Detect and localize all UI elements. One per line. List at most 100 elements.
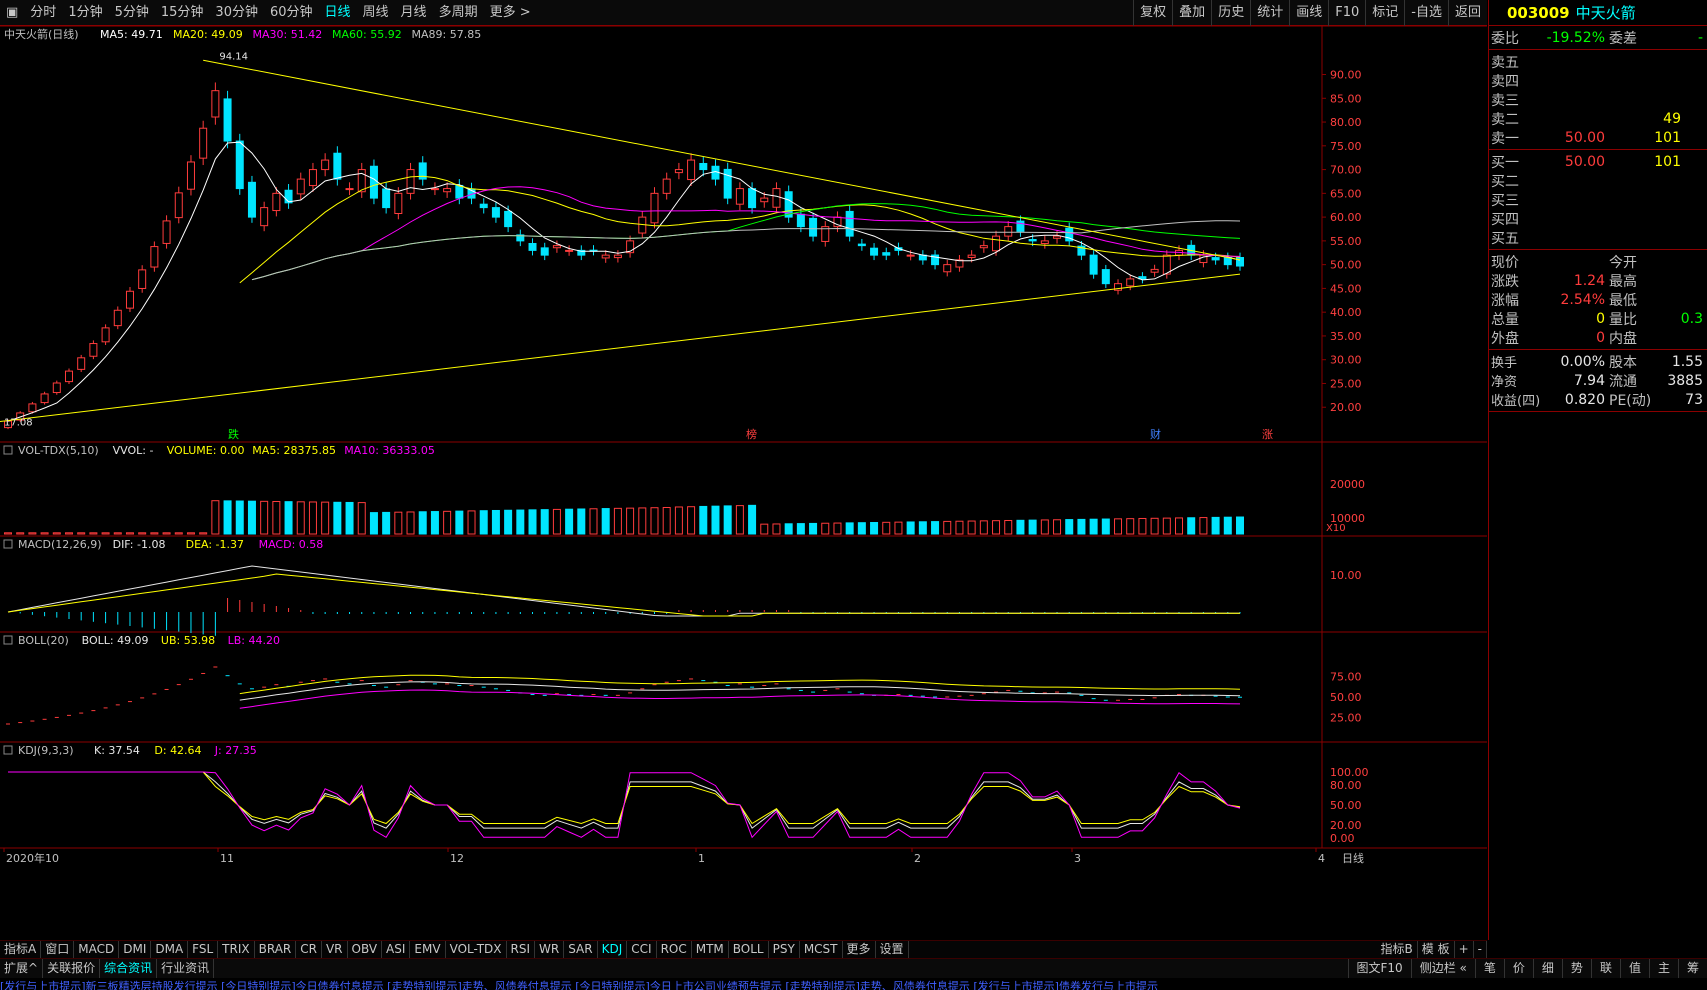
period-tab[interactable]: 日线: [319, 0, 357, 26]
period-tab[interactable]: 月线: [395, 0, 433, 26]
stats2-block: 换手 0.00% 股本 1.55 净资 7.94 流通 3885 收益(四) 0.820 PE(动)…: [1489, 350, 1707, 412]
indicator-tab[interactable]: ASI: [382, 941, 411, 958]
toolbar-button[interactable]: -自选: [1404, 0, 1448, 26]
x-axis-label: 4: [1318, 852, 1325, 865]
template-tab[interactable]: -: [1474, 941, 1487, 958]
side-tab[interactable]: 图文F10: [1347, 959, 1411, 978]
indicator-tab[interactable]: MCST: [800, 941, 843, 958]
indicator-tab[interactable]: CR: [296, 941, 322, 958]
indicator-tab[interactable]: OBV: [348, 941, 383, 958]
indicator-tab[interactable]: 更多: [843, 941, 876, 958]
period-tab[interactable]: 60分钟: [264, 0, 319, 26]
period-tab[interactable]: 15分钟: [155, 0, 210, 26]
side-tab[interactable]: 主: [1648, 959, 1678, 978]
info-tab[interactable]: 行业资讯: [157, 959, 215, 978]
window-menu-icon[interactable]: ▣: [0, 0, 24, 26]
y-tick-label: 30.00: [1330, 354, 1362, 367]
template-tab[interactable]: 指标B: [1377, 941, 1418, 958]
event-marker: 财: [1150, 427, 1161, 441]
indicator-tab[interactable]: MACD: [74, 941, 120, 958]
period-tab[interactable]: 分时: [24, 0, 62, 26]
indicator-tab[interactable]: EMV: [410, 941, 446, 958]
volume-bar: [186, 532, 195, 535]
side-tab[interactable]: 侧边栏 «: [1410, 959, 1475, 978]
indicator-tab[interactable]: 设置: [876, 941, 909, 958]
indicator-tab[interactable]: VOL-TDX: [446, 941, 507, 958]
side-tab[interactable]: 笔: [1474, 959, 1504, 978]
template-tab[interactable]: 模 板: [1418, 941, 1455, 958]
toolbar-button[interactable]: 统计: [1250, 0, 1289, 26]
volume-bar: [992, 520, 1001, 535]
toolbar-button[interactable]: 复权: [1133, 0, 1172, 26]
period-tab[interactable]: 周线: [357, 0, 395, 26]
indicator-tab[interactable]: 指标A: [0, 941, 42, 958]
x-axis-label: 3: [1074, 852, 1081, 865]
candle-body: [845, 210, 854, 237]
news-ticker[interactable]: [发行与上市提示]新三板精选层持股发行提示 [今日特别提示]今日债券付息提示 […: [0, 978, 1707, 990]
period-tab[interactable]: 更多 >: [484, 0, 537, 26]
volume-bar: [101, 532, 110, 535]
side-tab[interactable]: 筹: [1677, 959, 1707, 978]
indicator-tab[interactable]: SAR: [564, 941, 598, 958]
period-tab[interactable]: 1分钟: [62, 0, 108, 26]
indicator-tab[interactable]: CCI: [627, 941, 657, 958]
stat-label: 最高: [1609, 273, 1637, 290]
volume-bar: [1236, 516, 1244, 535]
stat-label: 最低: [1609, 292, 1637, 309]
indicator-tab[interactable]: DMA: [151, 941, 189, 958]
period-tab[interactable]: 5分钟: [109, 0, 155, 26]
volume-bar: [479, 510, 488, 535]
stat-value: 0.820: [1564, 391, 1605, 408]
side-tab[interactable]: 势: [1561, 959, 1591, 978]
volume-bar: [772, 523, 781, 535]
side-tab[interactable]: 值: [1619, 959, 1649, 978]
candle-body: [211, 90, 220, 118]
indicator-tab[interactable]: PSY: [769, 941, 800, 958]
candle-body: [699, 162, 708, 171]
toolbar-right: 复权 叠加 历史 统计 画线 F10 标记 -自选 返回: [1133, 0, 1487, 26]
side-tab[interactable]: 联: [1590, 959, 1620, 978]
candle-body: [1053, 235, 1062, 239]
indicator-tab[interactable]: KDJ: [598, 941, 628, 958]
indicator-tab[interactable]: MTM: [692, 941, 729, 958]
indicator-tab[interactable]: 窗口: [41, 941, 75, 958]
stat-label: 总量: [1491, 311, 1519, 328]
toolbar-button[interactable]: 画线: [1289, 0, 1328, 26]
period-tab[interactable]: 30分钟: [209, 0, 264, 26]
info-tab[interactable]: 综合资讯: [100, 959, 158, 978]
chart-area[interactable]: 90.00 85.00 80.00 75.00 70.00 65.00 60.00 55.00…: [0, 25, 1487, 940]
kline-chart[interactable]: 90.00 85.00 80.00 75.00 70.00 65.00 60.00 55.00…: [0, 25, 1487, 940]
period-toolbar: ▣ 分时 1分钟 5分钟 15分钟 30分钟 60分钟 日线 周线 月线 多周期 更多 > 复权 叠加…: [0, 0, 1487, 26]
side-tab[interactable]: 细: [1532, 959, 1562, 978]
indicator-tab[interactable]: WR: [535, 941, 565, 958]
indicator-tab[interactable]: TRIX: [218, 941, 255, 958]
indicator-tab[interactable]: DMI: [119, 941, 152, 958]
volume-bar: [369, 512, 378, 535]
boll-value: BOLL: 49.09: [82, 634, 149, 647]
volume-bar: [1028, 519, 1037, 535]
macd-y-label: 10.00: [1330, 569, 1362, 582]
period-tab[interactable]: 多周期: [433, 0, 484, 26]
candle-body: [443, 188, 452, 193]
candle-body: [321, 159, 330, 171]
toolbar-button[interactable]: 叠加: [1172, 0, 1211, 26]
book-label: 卖五: [1491, 54, 1519, 71]
toolbar-button[interactable]: 标记: [1365, 0, 1404, 26]
toolbar-button[interactable]: 历史: [1211, 0, 1250, 26]
indicator-tab[interactable]: BRAR: [255, 941, 297, 958]
info-tab[interactable]: 扩展^: [0, 959, 44, 978]
indicator-tab[interactable]: FSL: [188, 941, 219, 958]
info-tab[interactable]: 关联报价: [43, 959, 101, 978]
volume-bar: [1077, 518, 1086, 535]
volume-bar: [552, 508, 561, 535]
template-tab[interactable]: +: [1455, 941, 1474, 958]
indicator-tab[interactable]: VR: [322, 941, 348, 958]
side-tab[interactable]: 价: [1503, 959, 1533, 978]
toolbar-button[interactable]: 返回: [1447, 0, 1487, 26]
indicator-tab[interactable]: BOLL: [729, 941, 769, 958]
candle-body: [308, 169, 317, 187]
volume-bar: [809, 522, 818, 535]
indicator-tab[interactable]: ROC: [657, 941, 692, 958]
toolbar-button[interactable]: F10: [1328, 0, 1365, 26]
indicator-tab[interactable]: RSI: [507, 941, 536, 958]
